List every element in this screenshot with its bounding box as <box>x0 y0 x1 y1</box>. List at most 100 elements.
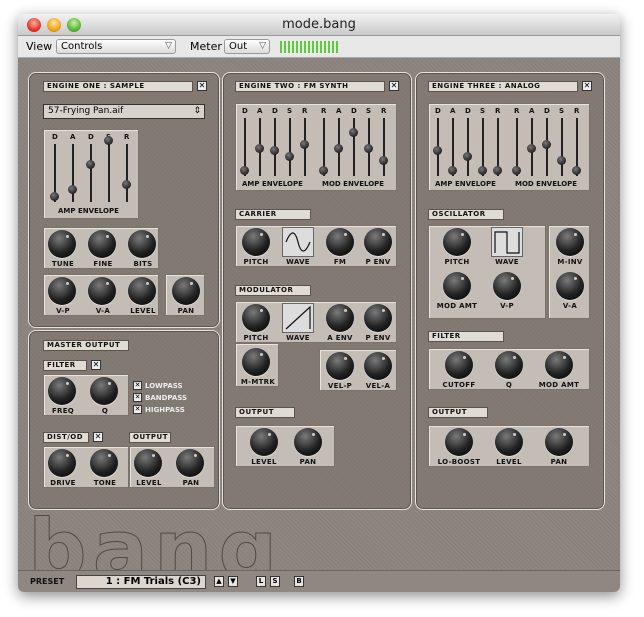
q-knob[interactable] <box>90 377 118 405</box>
vel-a-knob[interactable] <box>364 352 392 380</box>
preset-b-button[interactable]: B <box>294 576 304 587</box>
slider-track <box>90 144 92 202</box>
engine-three-close-icon[interactable]: ✕ <box>582 81 592 91</box>
mmtrk-knob[interactable] <box>242 348 270 376</box>
saw-wave-icon[interactable] <box>282 303 314 333</box>
highpass-checkbox[interactable]: ✕ <box>133 405 142 414</box>
slider-thumb[interactable] <box>512 166 521 175</box>
tone-knob[interactable] <box>90 449 118 477</box>
mod-aenv-knob[interactable] <box>326 304 354 332</box>
e3-q-knob[interactable] <box>495 351 523 379</box>
vel-p-knob[interactable] <box>326 352 354 380</box>
view-select[interactable]: Controls ▽ <box>56 39 176 54</box>
slider-thumb[interactable] <box>349 128 358 137</box>
carrier-fm-knob[interactable] <box>326 228 354 256</box>
mod-penv-knob[interactable] <box>364 304 392 332</box>
slider-thumb[interactable] <box>463 152 472 161</box>
e3-modamt-knob[interactable] <box>545 351 573 379</box>
lo-boost-knob[interactable] <box>445 428 473 456</box>
va-knob[interactable] <box>88 277 116 305</box>
preset-down-button[interactable]: ▼ <box>228 576 238 587</box>
preset-save-button[interactable]: S <box>270 576 280 587</box>
slider-thumb[interactable] <box>493 166 502 175</box>
level-knob[interactable] <box>128 277 156 305</box>
slider-thumb[interactable] <box>319 166 328 175</box>
slider-thumb[interactable] <box>255 144 264 153</box>
cutoff-knob[interactable] <box>445 351 473 379</box>
freq-knob[interactable] <box>48 377 76 405</box>
mod-pitch-knob[interactable] <box>242 304 270 332</box>
osc-va-knob[interactable] <box>556 272 584 300</box>
mod-pitch-label: PITCH <box>243 334 269 342</box>
oscillator-title: OSCILLATOR <box>428 209 504 220</box>
slider-thumb[interactable] <box>50 192 59 201</box>
slider-thumb[interactable] <box>104 136 113 145</box>
lowpass-label: LOWPASS <box>145 382 183 390</box>
fine-knob[interactable] <box>88 230 116 258</box>
cutoff-label: CUTOFF <box>442 381 476 389</box>
slider-thumb[interactable] <box>572 166 581 175</box>
slider-thumb[interactable] <box>334 144 343 153</box>
engine-two-close-icon[interactable]: ✕ <box>389 81 399 91</box>
master-level-knob[interactable] <box>134 449 162 477</box>
env-letter: R <box>514 107 520 115</box>
slider-thumb[interactable] <box>557 156 566 165</box>
slider-thumb[interactable] <box>285 152 294 161</box>
osc-pitch-label: PITCH <box>444 258 470 266</box>
preset-load-button[interactable]: L <box>256 576 266 587</box>
slider-thumb[interactable] <box>527 144 536 153</box>
sample-file-select[interactable]: 57-Frying Pan.aif ⇕ <box>43 104 205 119</box>
e2-level-knob[interactable] <box>250 428 278 456</box>
master-output-knobs: LEVEL PAN <box>129 446 215 488</box>
carrier-pitch-knob[interactable] <box>242 228 270 256</box>
slider-track <box>289 118 291 176</box>
slider-thumb[interactable] <box>240 166 249 175</box>
e3-q-label: Q <box>505 381 513 389</box>
bandpass-checkbox[interactable]: ✕ <box>133 393 142 402</box>
meter-select[interactable]: Out ▽ <box>224 39 270 54</box>
env-letter: A <box>336 107 342 115</box>
slider-thumb[interactable] <box>433 146 442 155</box>
pan-knob[interactable] <box>172 277 200 305</box>
slider-thumb[interactable] <box>364 144 373 153</box>
lowpass-checkbox[interactable]: ✕ <box>133 381 142 390</box>
bits-knob[interactable] <box>128 230 156 258</box>
env-letter: D <box>242 107 248 115</box>
env-letter: S <box>287 107 293 115</box>
slider-thumb[interactable] <box>478 166 487 175</box>
preset-display[interactable]: 1 : FM Trials (C3) <box>76 575 206 589</box>
freq-label: FREQ <box>51 407 75 415</box>
vp-knob[interactable] <box>48 277 76 305</box>
preset-up-button[interactable]: ▲ <box>214 576 224 587</box>
vel-p-label: VEL-P <box>327 382 353 390</box>
osc-vp-knob[interactable] <box>493 272 521 300</box>
main-window: mode.bang View Controls ▽ Meter Out ▽ bang… <box>18 14 620 592</box>
osc-pitch-knob[interactable] <box>443 228 471 256</box>
env-letter: R <box>321 107 327 115</box>
slider-thumb[interactable] <box>379 156 388 165</box>
slider-thumb[interactable] <box>122 180 131 189</box>
slider-thumb[interactable] <box>270 146 279 155</box>
m-inv-knob[interactable] <box>556 228 584 256</box>
carrier-penv-knob[interactable] <box>364 228 392 256</box>
slider-thumb[interactable] <box>68 185 77 194</box>
drive-knob[interactable] <box>48 449 76 477</box>
tune-knob[interactable] <box>48 230 76 258</box>
master-filter-toggle[interactable]: ✕ <box>91 360 101 370</box>
meter-label: Meter <box>190 40 222 53</box>
slider-thumb[interactable] <box>86 160 95 169</box>
osc-modamt-knob[interactable] <box>443 272 471 300</box>
slider-thumb[interactable] <box>448 166 457 175</box>
square-wave-icon[interactable] <box>491 227 523 257</box>
osc-va-label: V-A <box>562 302 578 310</box>
engine-two-title: ENGINE TWO : FM SYNTH <box>235 81 385 92</box>
e3-pan-knob[interactable] <box>545 428 573 456</box>
master-pan-knob[interactable] <box>176 449 204 477</box>
sine-wave-icon[interactable] <box>282 227 314 257</box>
dist-od-toggle[interactable]: ✕ <box>93 432 103 442</box>
engine-one-close-icon[interactable]: ✕ <box>197 81 207 91</box>
e3-level-knob[interactable] <box>495 428 523 456</box>
slider-thumb[interactable] <box>300 140 309 149</box>
slider-thumb[interactable] <box>542 140 551 149</box>
e2-pan-knob[interactable] <box>294 428 322 456</box>
